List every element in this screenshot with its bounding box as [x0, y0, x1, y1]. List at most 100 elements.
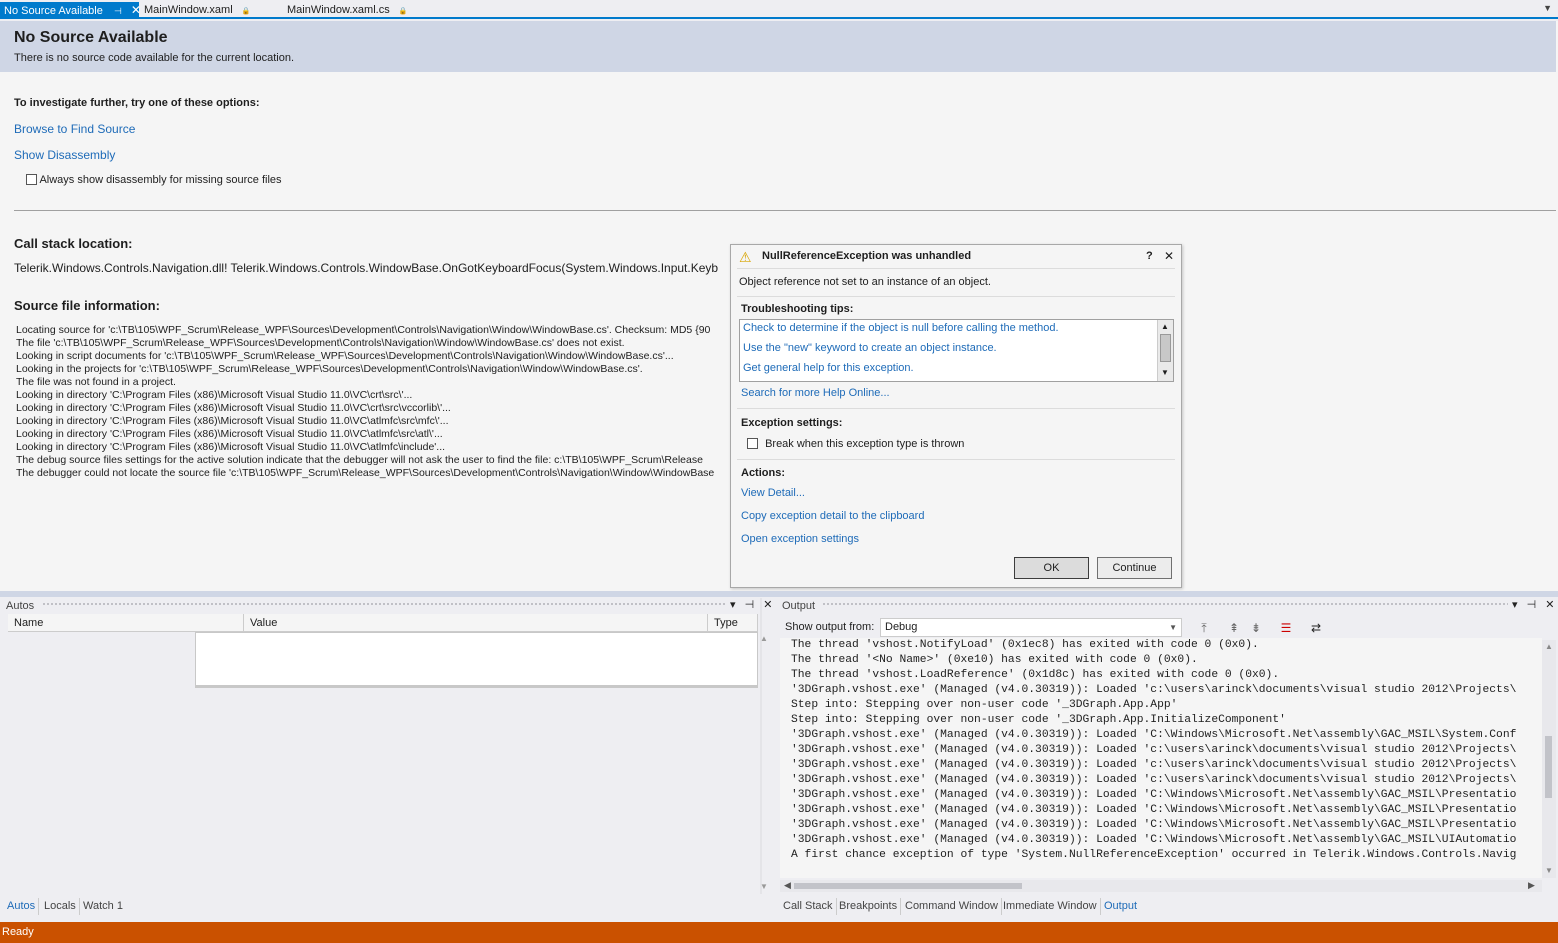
output-vertical-scrollbar[interactable]: ▲ ▼	[1542, 640, 1556, 878]
output-line: '3DGraph.vshost.exe' (Managed (v4.0.3031…	[791, 684, 1517, 696]
tab-immediate-window[interactable]: Immediate Window	[1000, 898, 1101, 915]
tab-output[interactable]: Output	[1101, 898, 1140, 915]
tab-overflow-icon[interactable]: ▼	[1543, 3, 1552, 13]
scroll-thumb[interactable]	[1545, 736, 1552, 798]
callstack-heading: Call stack location:	[14, 236, 133, 251]
tab-watch-1[interactable]: Watch 1	[80, 898, 126, 915]
chevron-down-icon: ▼	[1169, 623, 1177, 632]
output-line: '3DGraph.vshost.exe' (Managed (v4.0.3031…	[791, 789, 1517, 801]
divider	[737, 268, 1175, 269]
tip-link[interactable]: Use the "new" keyword to create an objec…	[743, 342, 997, 354]
tab-locals[interactable]: Locals	[41, 898, 80, 915]
scroll-left-icon[interactable]: ◀	[784, 880, 791, 891]
browse-to-find-source-link[interactable]: Browse to Find Source	[14, 122, 135, 136]
tab-call-stack[interactable]: Call Stack	[780, 898, 837, 915]
output-line: A first chance exception of type 'System…	[791, 849, 1517, 861]
tab-autos[interactable]: Autos	[4, 898, 40, 915]
sourceinfo-line: Locating source for 'c:\TB\105\WPF_Scrum…	[16, 324, 711, 336]
column-header-value[interactable]: Value	[244, 614, 708, 632]
previous-message-icon[interactable]: ⇞	[1226, 620, 1242, 636]
view-detail-link[interactable]: View Detail...	[741, 487, 805, 499]
sourceinfo-line: The debugger could not locate the source…	[16, 467, 715, 479]
exception-message: Object reference not set to an instance …	[739, 276, 991, 288]
output-text[interactable]: The thread 'vshost.NotifyLoad' (0x1ec8) …	[780, 638, 1542, 878]
pin-icon[interactable]: ⊣	[114, 6, 122, 16]
break-when-thrown-checkbox[interactable]	[747, 438, 758, 449]
tab-label: MainWindow.xaml	[144, 4, 233, 16]
column-header-type[interactable]: Type	[708, 614, 758, 632]
autos-edit-area[interactable]	[195, 632, 758, 688]
sourceinfo-line: The file was not found in a project.	[16, 376, 176, 388]
output-horizontal-scrollbar[interactable]: ◀ ▶	[780, 880, 1542, 892]
status-text: Ready	[2, 926, 34, 938]
sourceinfo-line: Looking in directory 'C:\Program Files (…	[16, 428, 443, 440]
output-source-select[interactable]: Debug ▼	[880, 618, 1182, 637]
output-line: The thread '<No Name>' (0xe10) has exite…	[791, 654, 1198, 666]
open-exception-settings-link[interactable]: Open exception settings	[741, 533, 859, 545]
divider	[14, 210, 1556, 211]
show-disassembly-link[interactable]: Show Disassembly	[14, 148, 115, 162]
sourceinfo-line: The file 'c:\TB\105\WPF_Scrum\Release_WP…	[16, 337, 625, 349]
output-line: '3DGraph.vshost.exe' (Managed (v4.0.3031…	[791, 804, 1517, 816]
divider	[737, 296, 1175, 297]
output-line: The thread 'vshost.LoadReference' (0x1d8…	[791, 669, 1280, 681]
tab-no-source-available[interactable]: No Source Available ⊣ ✕	[0, 2, 141, 19]
sourceinfo-line: The debug source files settings for the …	[16, 454, 703, 466]
next-message-icon[interactable]: ⇟	[1248, 620, 1264, 636]
help-icon[interactable]: ?	[1146, 250, 1153, 262]
scroll-right-icon[interactable]: ▶	[1528, 880, 1535, 891]
sourceinfo-line: Looking in directory 'C:\Program Files (…	[16, 389, 413, 401]
clear-all-icon[interactable]: ☰	[1278, 620, 1294, 636]
copy-exception-detail-link[interactable]: Copy exception detail to the clipboard	[741, 510, 924, 522]
scroll-down-icon[interactable]: ▼	[1545, 866, 1553, 875]
break-when-thrown-row: Break when this exception type is thrown	[747, 438, 964, 450]
word-wrap-icon[interactable]: ⇄	[1308, 620, 1324, 636]
output-source-value: Debug	[885, 621, 918, 633]
divider	[737, 408, 1175, 409]
break-when-thrown-label: Break when this exception type is thrown	[765, 438, 965, 450]
tab-label: MainWindow.xaml.cs	[287, 4, 390, 16]
scroll-up-icon[interactable]: ▲	[760, 634, 768, 643]
panel-splitter[interactable]	[0, 591, 1558, 597]
close-icon[interactable]: ✕	[1164, 249, 1174, 263]
output-title: Output	[782, 600, 816, 612]
scroll-thumb[interactable]	[1160, 334, 1171, 362]
tab-label: No Source Available	[4, 5, 103, 17]
autos-window-buttons[interactable]: ▾ ⊣ ✕	[730, 598, 775, 611]
warning-icon: ⚠	[739, 249, 752, 265]
tab-breakpoints[interactable]: Breakpoints	[836, 898, 902, 915]
column-header-name[interactable]: Name	[8, 614, 244, 632]
output-window-buttons[interactable]: ▾ ⊣ ✕	[1512, 598, 1557, 611]
tip-link[interactable]: Get general help for this exception.	[743, 362, 914, 374]
always-show-checkbox[interactable]	[26, 174, 37, 185]
scroll-down-icon[interactable]: ▼	[1161, 368, 1169, 377]
ok-button[interactable]: OK	[1014, 557, 1089, 579]
scroll-up-icon[interactable]: ▲	[1161, 322, 1169, 331]
exception-settings-heading: Exception settings:	[741, 417, 843, 429]
callstack-text: Telerik.Windows.Controls.Navigation.dll!…	[14, 261, 719, 275]
scroll-thumb[interactable]	[794, 883, 1022, 889]
output-line: '3DGraph.vshost.exe' (Managed (v4.0.3031…	[791, 729, 1517, 741]
tab-command-window[interactable]: Command Window	[902, 898, 1002, 915]
autos-grid: Name Value Type	[2, 614, 758, 690]
sourceinfo-text: Locating source for 'c:\TB\105\WPF_Scrum…	[16, 324, 730, 480]
output-line: Step into: Stepping over non-user code '…	[791, 714, 1286, 726]
tab-mainwindow-xaml[interactable]: MainWindow.xaml 🔒	[140, 2, 280, 19]
tips-list: Check to determine if the object is null…	[739, 319, 1174, 382]
always-show-label: Always show disassembly for missing sour…	[39, 174, 282, 186]
lock-icon: 🔒	[241, 8, 251, 15]
sourceinfo-line: Looking in directory 'C:\Program Files (…	[16, 402, 451, 414]
scroll-up-icon[interactable]: ▲	[1545, 642, 1553, 651]
exception-title: NullReferenceException was unhandled	[762, 250, 972, 262]
show-output-from-label: Show output from:	[785, 621, 875, 633]
tips-scrollbar[interactable]: ▲ ▼	[1157, 320, 1173, 381]
page-subtitle: There is no source code available for th…	[14, 52, 295, 64]
output-title-grip	[822, 602, 1508, 607]
tab-mainwindow-xaml-cs[interactable]: MainWindow.xaml.cs 🔒	[283, 2, 413, 19]
autos-title: Autos	[6, 600, 35, 612]
scroll-down-icon[interactable]: ▼	[760, 882, 768, 891]
continue-button[interactable]: Continue	[1097, 557, 1172, 579]
search-help-online-link[interactable]: Search for more Help Online...	[741, 387, 890, 399]
go-to-line-icon[interactable]: ⤒	[1196, 620, 1212, 636]
tip-link[interactable]: Check to determine if the object is null…	[743, 322, 1059, 334]
